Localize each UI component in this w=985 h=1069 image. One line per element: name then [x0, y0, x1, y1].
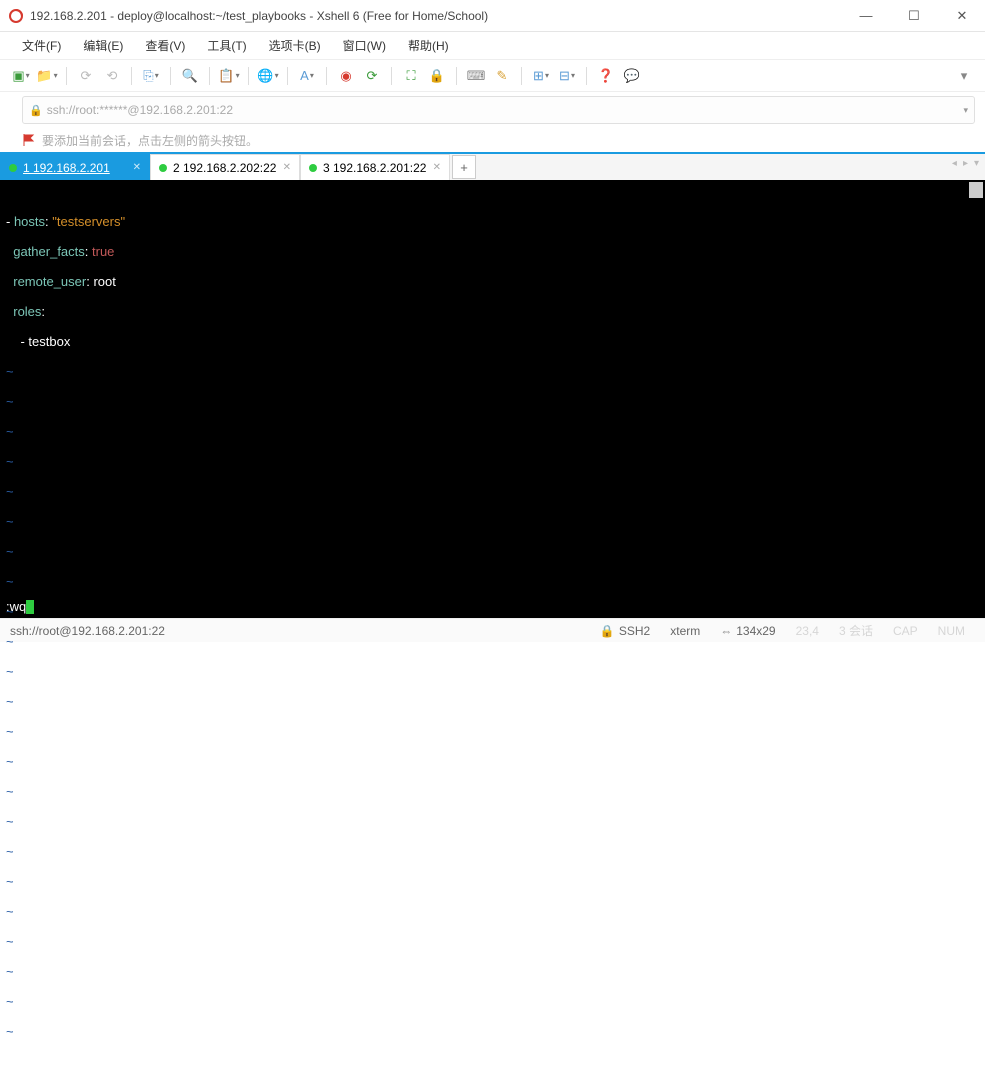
reconnect-icon[interactable]: ⟳ [75, 65, 97, 87]
copy-icon[interactable]: ⎘ [140, 65, 162, 87]
paste-icon[interactable]: 📋 [218, 65, 240, 87]
help-icon[interactable]: ❓ [595, 65, 617, 87]
menubar: 文件(F) 编辑(E) 查看(V) 工具(T) 选项卡(B) 窗口(W) 帮助(… [0, 32, 985, 60]
vim-cmd: :wq [6, 599, 26, 614]
add-tab-button[interactable]: + [452, 155, 476, 179]
separator [391, 67, 392, 85]
titlebar: 192.168.2.201 - deploy@localhost:~/test_… [0, 0, 985, 32]
tab-next-icon[interactable]: ▸ [963, 158, 968, 169]
fullscreen-icon[interactable]: ⛶ [400, 65, 422, 87]
yaml-role-item: testbox [28, 334, 70, 349]
status-dot-icon [9, 164, 17, 172]
flag-icon[interactable] [22, 133, 36, 147]
open-session-icon[interactable]: 📁 [36, 65, 58, 87]
menu-window[interactable]: 窗口(W) [339, 33, 390, 58]
highlight-icon[interactable]: ✎ [491, 65, 513, 87]
layout-icon[interactable]: ⊟ [556, 65, 578, 87]
separator [248, 67, 249, 85]
tab-1[interactable]: 1 192.168.2.201 ✕ [0, 154, 150, 180]
new-session-icon[interactable]: ▣ [10, 65, 32, 87]
scrollbar-thumb[interactable] [969, 182, 983, 198]
keyboard-icon[interactable]: ⌨ [465, 65, 487, 87]
add-tab-icon[interactable]: ⊞ [530, 65, 552, 87]
terminal-cursor [26, 600, 34, 614]
tab-3[interactable]: 3 192.168.2.201:22 ✕ [300, 154, 450, 180]
yaml-roles-key: roles [13, 304, 41, 319]
tab-prev-icon[interactable]: ◂ [952, 158, 957, 169]
yaml-remote-key: remote_user [13, 274, 86, 289]
tab-close-icon[interactable]: ✕ [133, 162, 141, 173]
tab-nav: ◂ ▸ ▾ [952, 158, 979, 169]
tab-close-icon[interactable]: ✕ [283, 162, 291, 173]
window-title: 192.168.2.201 - deploy@localhost:~/test_… [30, 9, 851, 23]
tab-menu-icon[interactable]: ▾ [974, 158, 979, 169]
status-dot-icon [159, 164, 167, 172]
refresh-green-icon[interactable]: ⟳ [361, 65, 383, 87]
separator [287, 67, 288, 85]
chat-icon[interactable]: 💬 [621, 65, 643, 87]
tab-2[interactable]: 2 192.168.2.202:22 ✕ [150, 154, 300, 180]
maximize-button[interactable]: ☐ [899, 4, 929, 28]
yaml-gather-key: gather_facts [13, 244, 85, 259]
tab-label: 2 192.168.2.202:22 [173, 161, 277, 175]
lock-address-icon: 🔒 [29, 104, 43, 117]
separator [66, 67, 67, 85]
address-bar[interactable]: 🔒 ssh://root:******@192.168.2.201:22 ▾ [22, 96, 975, 124]
status-dot-icon [309, 164, 317, 172]
toolbar-overflow-icon[interactable]: ▾ [953, 65, 975, 87]
separator [170, 67, 171, 85]
app-icon [8, 8, 24, 24]
tab-label: 1 192.168.2.201 [23, 161, 127, 175]
hint-bar: 要添加当前会话，点击左侧的箭头按钮。 [0, 128, 985, 152]
tab-label: 3 192.168.2.201:22 [323, 161, 427, 175]
yaml-hosts-val: "testservers" [52, 214, 125, 229]
disconnect-icon[interactable]: ⟲ [101, 65, 123, 87]
menu-tab[interactable]: 选项卡(B) [265, 33, 325, 58]
menu-view[interactable]: 查看(V) [141, 33, 189, 58]
close-button[interactable]: ✕ [947, 4, 977, 28]
window-controls: — ☐ ✕ [851, 4, 977, 28]
minimize-button[interactable]: — [851, 4, 881, 28]
tab-bar: 1 192.168.2.201 ✕ 2 192.168.2.202:22 ✕ 3… [0, 152, 985, 180]
lock-icon[interactable]: 🔒 [426, 65, 448, 87]
separator [586, 67, 587, 85]
toolbar: ▣ 📁 ⟳ ⟲ ⎘ 🔍 📋 🌐 A ◉ ⟳ ⛶ 🔒 ⌨ ✎ ⊞ ⊟ ❓ 💬 ▾ [0, 60, 985, 92]
menu-help[interactable]: 帮助(H) [404, 33, 453, 58]
separator [521, 67, 522, 85]
yaml-hosts-key: hosts [14, 214, 45, 229]
search-icon[interactable]: 🔍 [179, 65, 201, 87]
separator [456, 67, 457, 85]
terminal[interactable]: - hosts: "testservers" gather_facts: tru… [0, 180, 985, 618]
spiral-icon[interactable]: ◉ [335, 65, 357, 87]
vim-command-line: :wq [6, 599, 34, 614]
globe-icon[interactable]: 🌐 [257, 65, 279, 87]
menu-file[interactable]: 文件(F) [18, 33, 65, 58]
address-dropdown-icon[interactable]: ▾ [963, 105, 968, 116]
yaml-gather-val: true [92, 244, 114, 259]
font-icon[interactable]: A [296, 65, 318, 87]
hint-text: 要添加当前会话，点击左侧的箭头按钮。 [42, 132, 258, 149]
menu-tools[interactable]: 工具(T) [203, 33, 250, 58]
tab-close-icon[interactable]: ✕ [433, 162, 441, 173]
yaml-remote-val: root [93, 274, 115, 289]
separator [209, 67, 210, 85]
separator [131, 67, 132, 85]
menu-edit[interactable]: 编辑(E) [79, 33, 127, 58]
address-url: ssh://root:******@192.168.2.201:22 [47, 103, 964, 117]
separator [326, 67, 327, 85]
